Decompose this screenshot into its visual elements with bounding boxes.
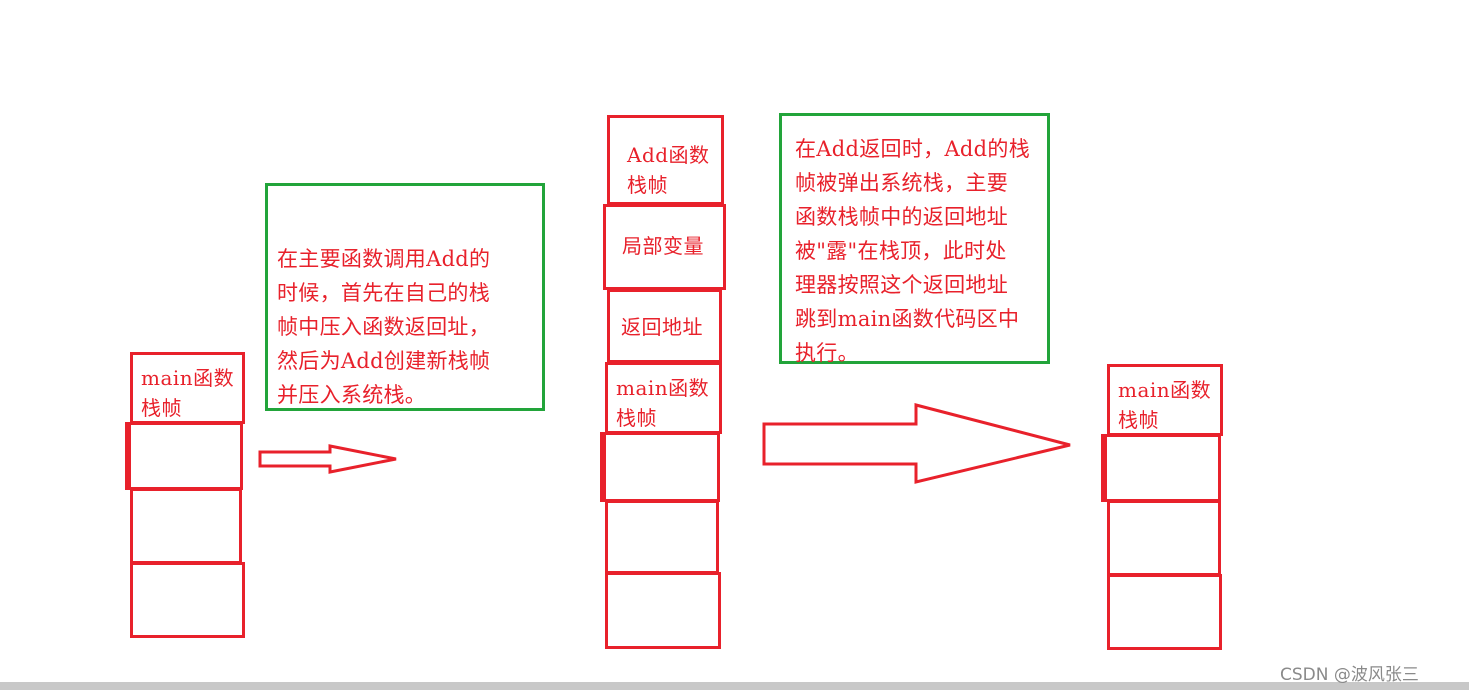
small-right-arrow xyxy=(258,444,397,474)
large-right-arrow xyxy=(762,403,1071,484)
watermark: CSDN @波风张三 xyxy=(1280,665,1419,685)
bottom-scrollbar xyxy=(0,682,1469,690)
flow-arrows xyxy=(258,403,1071,484)
